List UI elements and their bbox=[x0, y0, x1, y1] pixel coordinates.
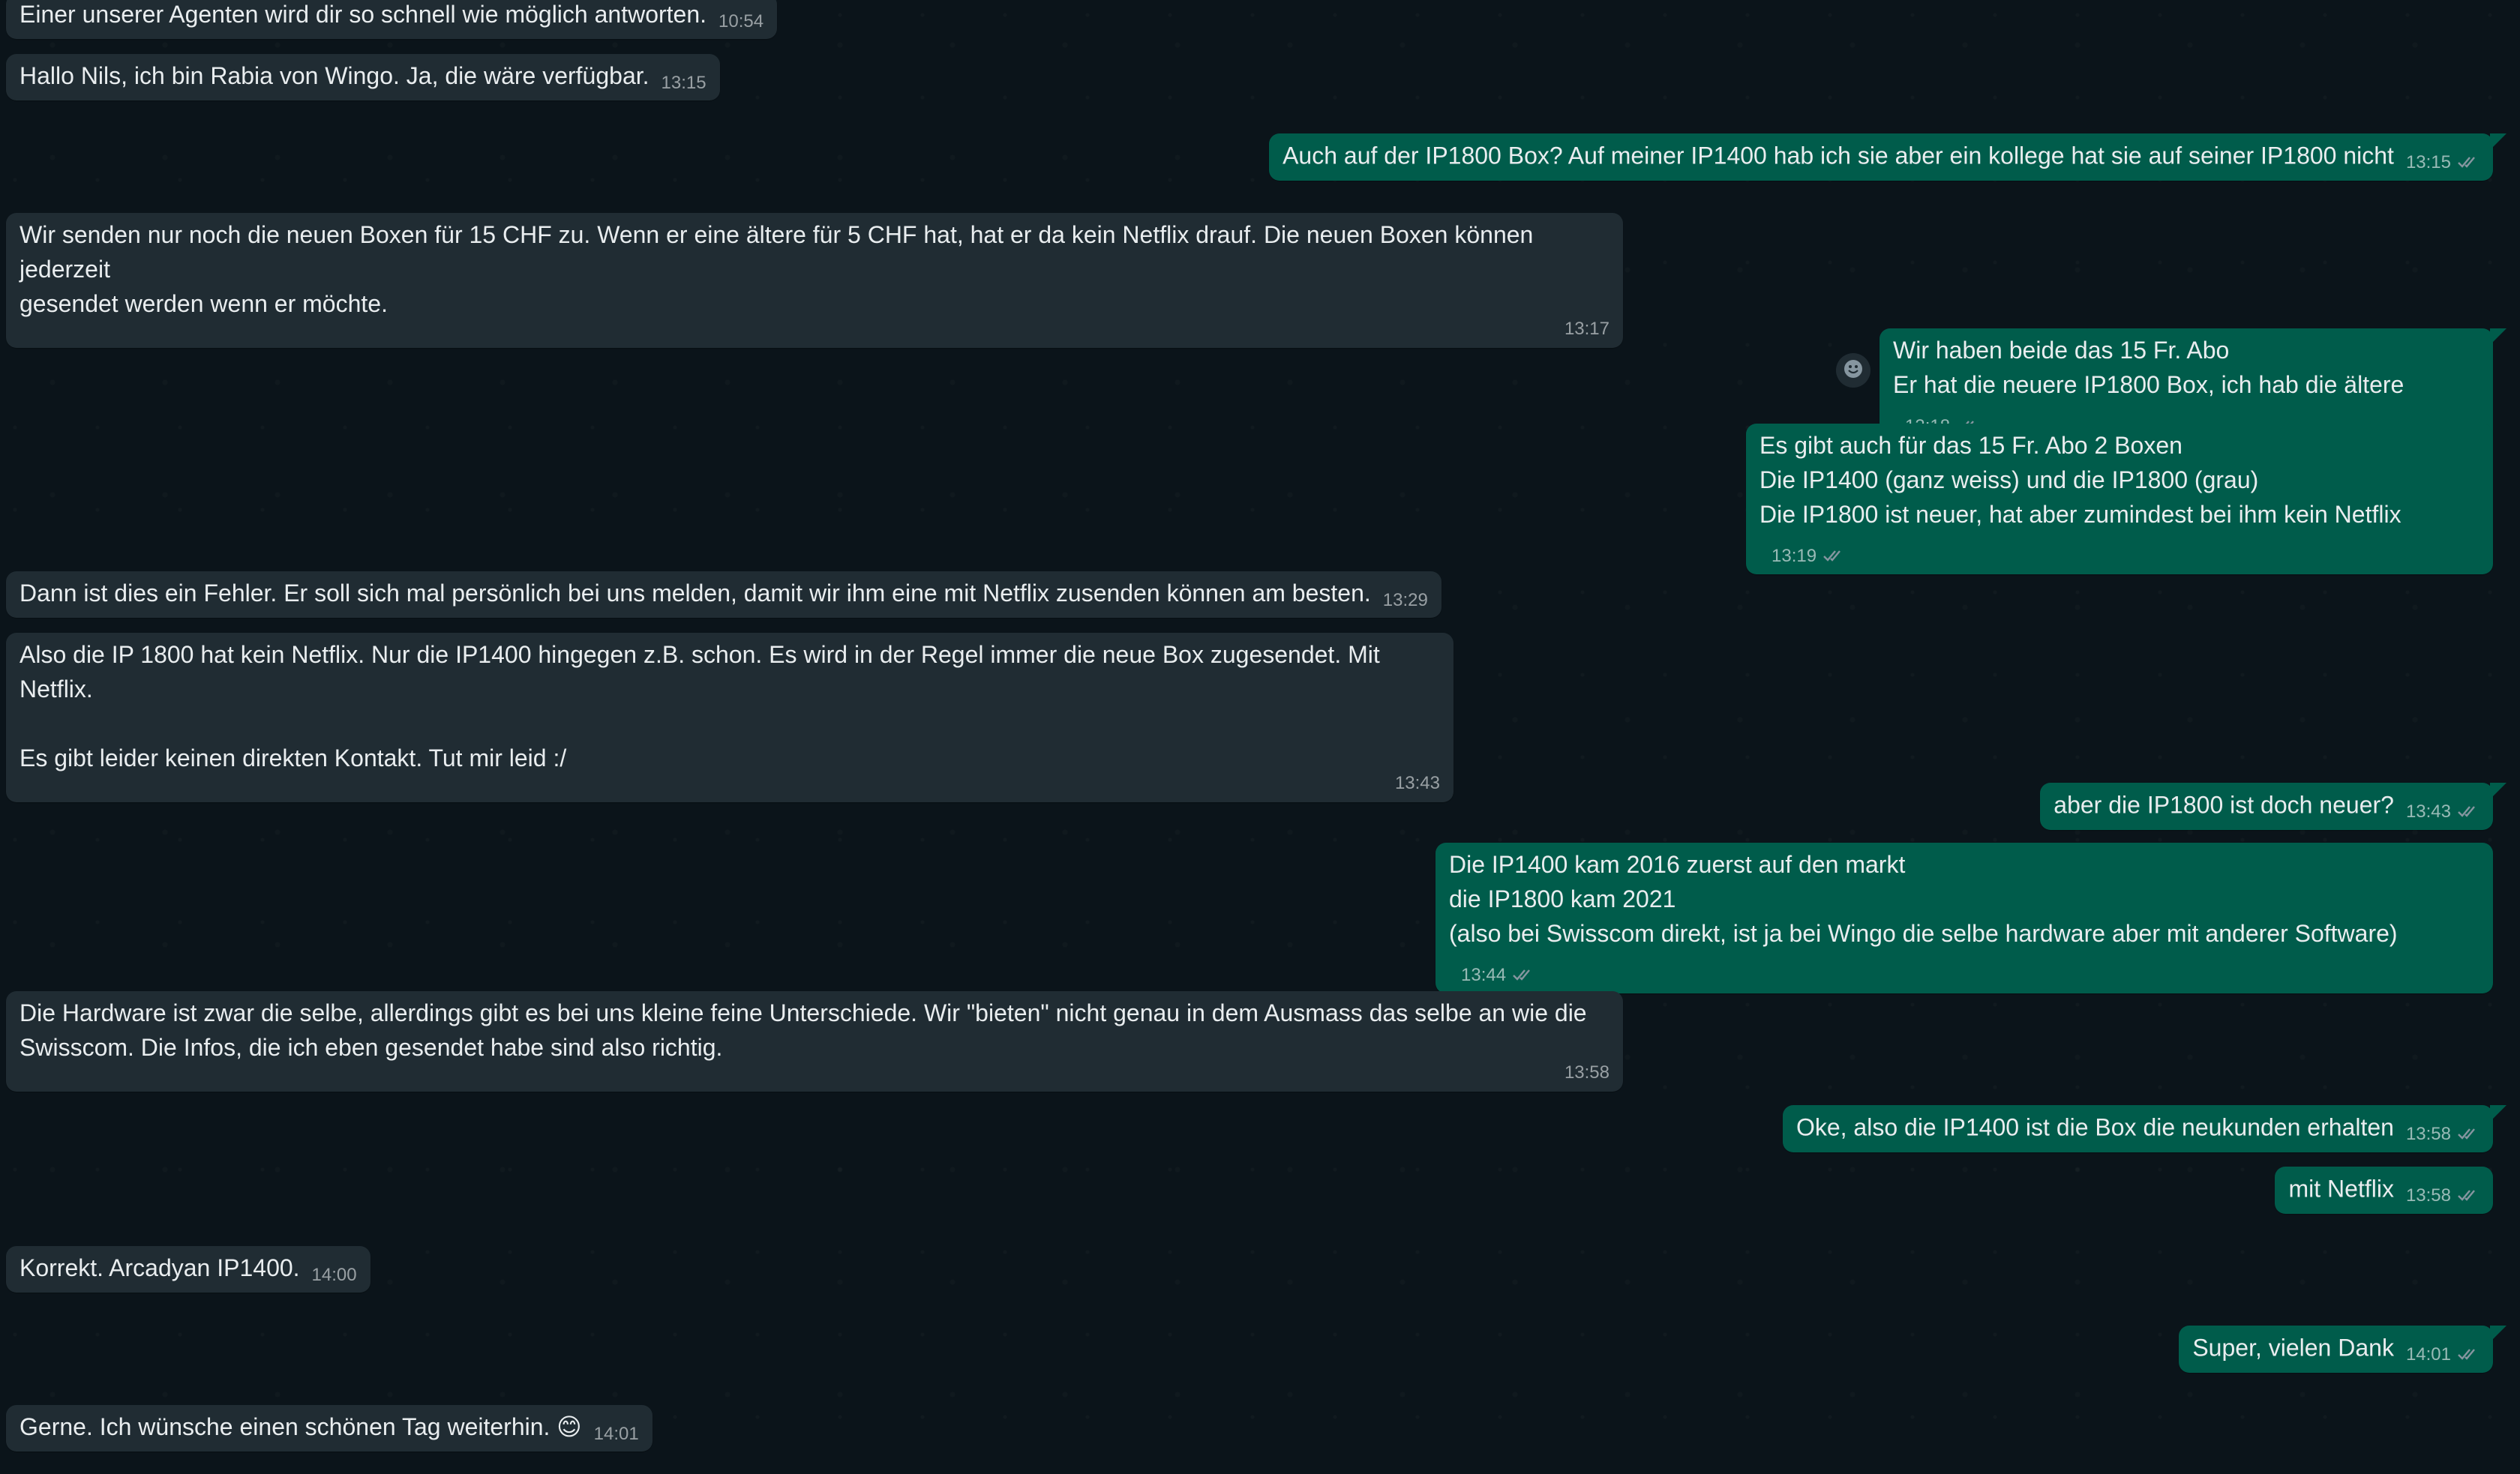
message-time: 13:15 bbox=[661, 73, 706, 93]
message-outgoing[interactable]: aber die IP1800 ist doch neuer? 13:43 bbox=[2040, 783, 2506, 830]
message-incoming[interactable]: Die Hardware ist zwar die selbe, allerdi… bbox=[6, 991, 1623, 1092]
message-text: Gerne. Ich wünsche einen schönen Tag wei… bbox=[20, 1413, 582, 1440]
message-time: 13:29 bbox=[1382, 590, 1428, 610]
message-outgoing[interactable]: Super, vielen Dank 14:01 bbox=[2179, 1326, 2506, 1373]
message-text: Wir haben beide das 15 Fr. Abo Er hat di… bbox=[1893, 337, 2404, 398]
message-text: Die IP1400 kam 2016 zuerst auf den markt… bbox=[1449, 851, 2398, 947]
double-check-icon bbox=[2457, 1118, 2480, 1152]
message-incoming[interactable]: Einer unserer Agenten wird dir so schnel… bbox=[6, 0, 778, 39]
message-incoming[interactable]: Dann ist dies ein Fehler. Er soll sich m… bbox=[6, 571, 1442, 618]
message-text: Oke, also die IP1400 ist die Box die neu… bbox=[1796, 1113, 2394, 1141]
message-incoming[interactable]: Also die IP 1800 hat kein Netflix. Nur d… bbox=[6, 633, 1454, 802]
message-outgoing[interactable]: Die IP1400 kam 2016 zuerst auf den markt… bbox=[1436, 843, 2493, 993]
message-time: 13:43 bbox=[1394, 773, 1440, 793]
message-text: Also die IP 1800 hat kein Netflix. Nur d… bbox=[20, 641, 1380, 771]
message-time: 13:44 bbox=[1461, 965, 1507, 985]
message-time: 13:43 bbox=[2405, 801, 2451, 822]
message-outgoing[interactable]: Auch auf der IP1800 Box? Auf meiner IP14… bbox=[1269, 133, 2506, 181]
message-time: 10:54 bbox=[718, 11, 764, 31]
message-text: Die Hardware ist zwar die selbe, allerdi… bbox=[20, 999, 1587, 1061]
message-text: mit Netflix bbox=[2288, 1175, 2394, 1203]
double-check-icon bbox=[2457, 795, 2480, 830]
message-time: 13:58 bbox=[1564, 1062, 1610, 1083]
double-check-icon bbox=[1822, 540, 1845, 574]
message-incoming[interactable]: Wir senden nur noch die neuen Boxen für … bbox=[6, 213, 1623, 348]
chat-conversation[interactable]: Einer unserer Agenten wird dir so schnel… bbox=[0, 0, 2520, 1474]
emoji-icon bbox=[1842, 358, 1864, 384]
emoji-reaction-button[interactable] bbox=[1836, 353, 1870, 388]
double-check-icon bbox=[1512, 959, 1534, 993]
double-check-icon bbox=[2457, 1338, 2480, 1373]
message-text: Einer unserer Agenten wird dir so schnel… bbox=[20, 1, 707, 28]
double-check-icon bbox=[2457, 1179, 2480, 1214]
message-time: 13:15 bbox=[2405, 152, 2451, 172]
message-text: Dann ist dies ein Fehler. Er soll sich m… bbox=[20, 580, 1371, 607]
message-text: Auch auf der IP1800 Box? Auf meiner IP14… bbox=[1282, 142, 2394, 169]
double-check-icon bbox=[2457, 146, 2480, 181]
message-incoming[interactable]: Gerne. Ich wünsche einen schönen Tag wei… bbox=[6, 1405, 652, 1452]
message-text: Wir senden nur noch die neuen Boxen für … bbox=[20, 221, 1534, 317]
message-incoming[interactable]: Hallo Nils, ich bin Rabia von Wingo. Ja,… bbox=[6, 54, 720, 100]
message-time: 14:00 bbox=[311, 1265, 357, 1285]
message-time: 13:19 bbox=[1772, 546, 1817, 566]
message-outgoing[interactable]: Es gibt auch für das 15 Fr. Abo 2 Boxen … bbox=[1746, 424, 2493, 574]
message-outgoing[interactable]: Oke, also die IP1400 ist die Box die neu… bbox=[1782, 1105, 2507, 1152]
message-time: 13:58 bbox=[2405, 1124, 2451, 1144]
message-text: Korrekt. Arcadyan IP1400. bbox=[20, 1254, 300, 1281]
message-outgoing[interactable]: mit Netflix 13:58 bbox=[2275, 1167, 2493, 1214]
message-incoming[interactable]: Korrekt. Arcadyan IP1400. 14:00 bbox=[6, 1246, 370, 1293]
message-time: 14:01 bbox=[2405, 1344, 2451, 1365]
message-time: 14:01 bbox=[593, 1424, 639, 1444]
message-text: Super, vielen Dank bbox=[2192, 1334, 2394, 1362]
message-time: 13:17 bbox=[1564, 319, 1610, 339]
message-time: 13:58 bbox=[2405, 1185, 2451, 1206]
message-text: Es gibt auch für das 15 Fr. Abo 2 Boxen … bbox=[1760, 432, 2402, 528]
message-text: aber die IP1800 ist doch neuer? bbox=[2054, 791, 2394, 819]
message-text: Hallo Nils, ich bin Rabia von Wingo. Ja,… bbox=[20, 62, 650, 89]
